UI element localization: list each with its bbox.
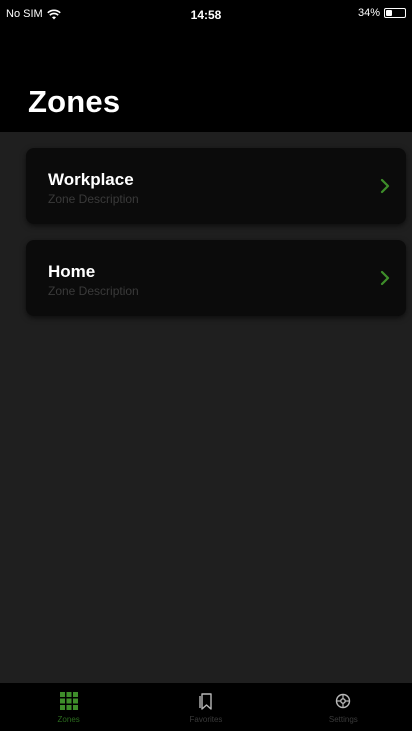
header: Zones (0, 30, 412, 132)
status-bar: No SIM 14:58 34% (0, 0, 412, 30)
tab-favorites[interactable]: Favorites (137, 683, 274, 731)
zone-name: Workplace (48, 170, 134, 189)
battery-fill (386, 10, 392, 16)
gear-icon (336, 693, 351, 709)
zone-card-home[interactable]: Home Zone Description (26, 240, 406, 316)
grid-icon (59, 692, 78, 710)
tab-settings[interactable]: Settings (275, 683, 412, 731)
status-time: 14:58 (190, 8, 222, 22)
chevron-right-icon (380, 178, 390, 194)
tab-label: Favorites (189, 715, 223, 724)
tab-zones[interactable]: Zones (0, 683, 137, 731)
tab-label: Zones (57, 715, 80, 724)
tab-label: Settings (328, 715, 358, 724)
zone-name: Home (48, 262, 96, 281)
zone-description: Zone Description (48, 192, 139, 206)
zone-list: Workplace Zone Description Home Zone Des… (26, 148, 406, 332)
battery-icon (384, 8, 406, 18)
chevron-right-icon (380, 270, 390, 286)
page-title: Zones (28, 84, 121, 119)
zone-description: Zone Description (48, 284, 139, 298)
battery-percent: 34% (357, 7, 380, 19)
zone-card-workplace[interactable]: Workplace Zone Description (26, 148, 406, 224)
app-screen: No SIM 14:58 34% Zones Workplace Zone De… (0, 0, 412, 731)
tab-bar: Zones Favorites Settings (0, 683, 412, 731)
status-right: 34% (358, 7, 406, 19)
bookmark-icon (199, 693, 212, 710)
